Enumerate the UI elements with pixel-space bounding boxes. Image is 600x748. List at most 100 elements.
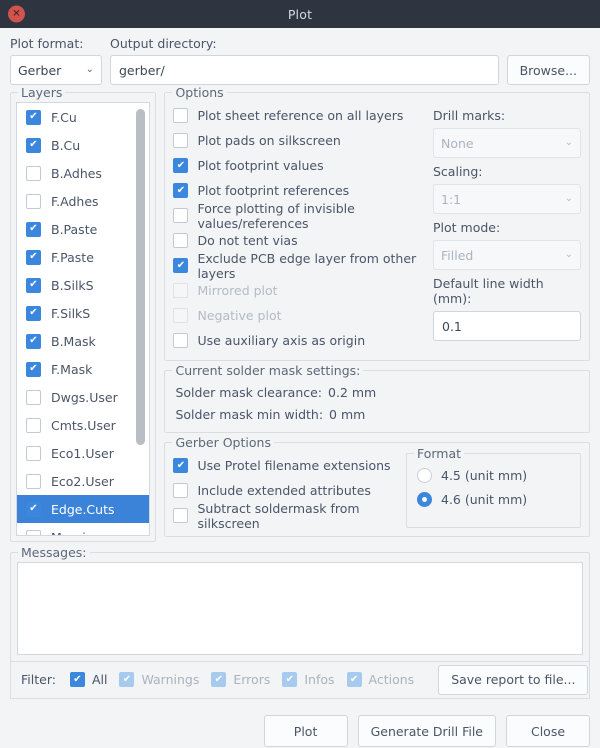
option-checkbox[interactable] [173,108,189,123]
dialog-footer: Plot Generate Drill File Close [0,705,600,748]
plot-mode-label: Plot mode: [433,220,501,235]
option-checkbox[interactable] [173,208,189,223]
plot-format-select[interactable]: Gerber ⌄ [10,55,102,85]
format-radio-row[interactable]: 4.6 (unit mm) [417,487,572,511]
layer-row[interactable]: B.Mask [17,327,149,355]
option-row[interactable]: Plot sheet reference on all layers [173,103,427,128]
layer-checkbox[interactable] [26,221,41,237]
layer-checkbox[interactable] [26,165,41,181]
option-checkbox[interactable] [173,333,189,348]
option-checkbox[interactable] [173,233,189,248]
option-label: Plot footprint references [197,183,350,198]
layer-checkbox[interactable] [26,501,41,517]
gerber-option-row[interactable]: Include extended attributes [173,478,396,503]
layer-row[interactable]: B.SilkS [17,271,149,299]
layer-checkbox[interactable] [26,473,41,489]
default-line-width-input[interactable]: 0.1 [433,311,581,341]
layer-checkbox[interactable] [26,277,41,293]
layer-row[interactable]: B.Adhes [17,159,149,187]
option-checkbox[interactable] [173,183,189,198]
save-report-button[interactable]: Save report to file... [438,664,589,695]
gerber-option-checkbox[interactable] [173,458,189,473]
layers-scrollbar-track[interactable] [136,105,147,535]
layer-checkbox[interactable] [26,333,41,349]
filter-item-label: Infos [304,672,335,687]
layer-checkbox[interactable] [26,193,41,209]
scaling-select[interactable]: 1:1 ⌄ [433,184,581,214]
layer-checkbox[interactable] [26,305,41,321]
layer-checkbox[interactable] [26,417,41,433]
solder-mask-clearance-row: Solder mask clearance: 0.2 mm [175,381,581,403]
layer-checkbox[interactable] [26,361,41,377]
plot-button[interactable]: Plot [263,715,348,747]
layers-list[interactable]: F.Cu B.Cu B.Adhes F.Adhes B.Paste F.Paste B.Si… [16,102,151,536]
option-row[interactable]: Exclude PCB edge layer from other layers [173,251,427,281]
option-row[interactable]: Plot footprint values [173,153,427,178]
filter-checkbox [211,672,227,687]
browse-button[interactable]: Browse... [506,55,590,85]
layers-scrollbar-thumb[interactable] [136,109,146,445]
layer-label: Eco2.User [51,473,114,489]
layer-checkbox[interactable] [26,109,41,125]
option-row[interactable]: Use auxiliary axis as origin [173,328,427,353]
generate-drill-file-button[interactable]: Generate Drill File [357,715,496,747]
layer-row[interactable]: Eco1.User [17,439,149,467]
messages-textarea[interactable] [17,562,583,655]
gerber-option-checkbox[interactable] [173,483,189,498]
plot-format-label: Plot format: [10,36,84,51]
layer-row[interactable]: F.Cu [17,103,149,131]
option-row[interactable]: Plot pads on silkscreen [173,128,427,153]
layer-checkbox[interactable] [26,445,41,461]
output-directory-input[interactable]: gerber/ [110,55,499,85]
option-row: Negative plot [173,303,427,328]
option-checkbox[interactable] [173,258,189,273]
layer-label: Margin [51,530,94,536]
format-radio-row[interactable]: 4.5 (unit mm) [417,463,572,487]
layer-row[interactable]: B.Cu [17,131,149,159]
filter-checkbox[interactable] [69,672,85,687]
layer-checkbox[interactable] [26,137,41,153]
filter-item-label: Actions [368,672,415,687]
filter-item[interactable]: All [69,672,108,687]
layer-row[interactable]: Cmts.User [17,411,149,439]
option-checkbox[interactable] [173,133,189,148]
option-row[interactable]: Do not tent vias [173,228,427,253]
format-radio[interactable] [417,491,432,507]
format-radio[interactable] [417,467,432,483]
layer-row[interactable]: Edge.Cuts [17,495,150,523]
layer-row[interactable]: F.Mask [17,355,149,383]
options-checkbox-list: Plot sheet reference on all layers Plot p… [173,103,427,353]
layer-label: F.SilkS [51,305,91,321]
option-label: Plot footprint values [197,158,324,173]
layer-row[interactable]: F.Paste [17,243,149,271]
layer-checkbox[interactable] [26,389,41,405]
gerber-option-label: Use Protel filename extensions [197,458,391,473]
layer-row[interactable]: Margin [17,523,149,536]
filter-item-label: All [91,672,108,687]
layer-row[interactable]: F.SilkS [17,299,149,327]
title-bar: ✕ Plot [0,0,600,28]
layer-row[interactable]: F.Adhes [17,187,149,215]
gerber-option-checkbox[interactable] [173,508,189,523]
close-icon[interactable]: ✕ [8,5,25,23]
gerber-option-row[interactable]: Subtract soldermask from silkscreen [173,501,396,531]
drill-marks-select[interactable]: None ⌄ [433,128,581,158]
option-checkbox[interactable] [173,158,189,173]
format-radio-label: 4.5 (unit mm) [441,467,528,483]
filter-item-label: Warnings [141,672,200,687]
options-legend: Options [172,85,227,100]
layer-label: B.Paste [51,221,98,237]
layer-checkbox[interactable] [26,249,41,265]
layer-row[interactable]: Dwgs.User [17,383,149,411]
layer-label: Eco1.User [51,445,114,461]
layer-row[interactable]: B.Paste [17,215,149,243]
dialog-body: Plot format: Gerber ⌄ Output directory: … [0,28,600,705]
close-button[interactable]: Close [506,715,590,747]
plot-mode-select[interactable]: Filled ⌄ [433,240,581,270]
gerber-option-row[interactable]: Use Protel filename extensions [173,453,396,478]
layer-row[interactable]: Eco2.User [17,467,149,495]
option-row[interactable]: Force plotting of invisible values/refer… [173,201,427,231]
layer-checkbox[interactable] [26,529,41,535]
default-line-width-value: 0.1 [442,318,462,334]
option-row[interactable]: Plot footprint references [173,178,427,203]
